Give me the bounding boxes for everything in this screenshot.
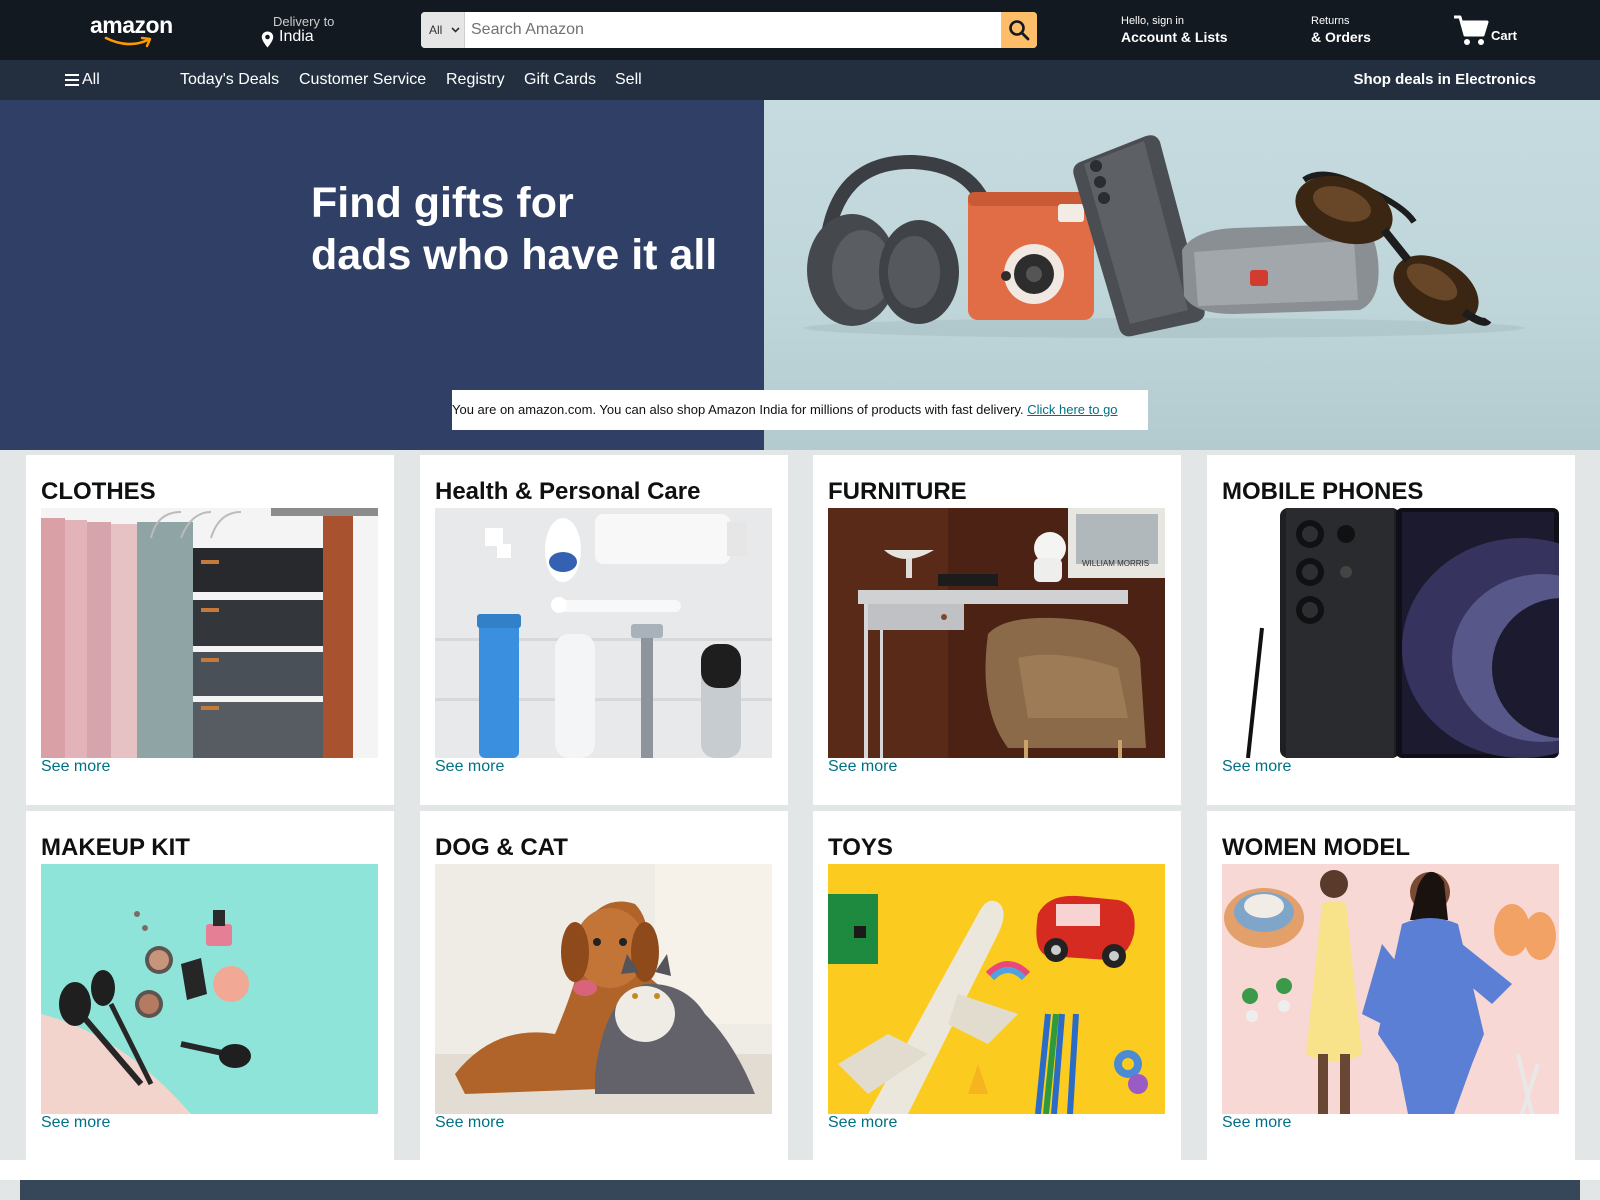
chevron-down-icon (451, 27, 460, 33)
nav-link-todays-deals[interactable]: Today's Deals (180, 60, 279, 100)
see-more-link[interactable]: See more (1222, 1114, 1291, 1132)
delivery-country: India (279, 28, 314, 45)
region-notice-bar: You are on amazon.com. You can also shop… (452, 390, 1148, 430)
category-card-mobile-phones: MOBILE PHONES See more (1207, 455, 1575, 805)
personal-care-illustration (435, 508, 772, 758)
all-menu-button[interactable]: All (64, 60, 100, 100)
cart-icon (1454, 15, 1489, 45)
logo-text: amazon (90, 12, 173, 38)
returns-orders-link[interactable]: Returns & Orders (1311, 15, 1371, 45)
footer-banner-strip (20, 1180, 1580, 1200)
search-input[interactable] (467, 12, 982, 48)
account-greeting: Hello, sign in (1121, 15, 1184, 27)
toys-illustration (828, 864, 1165, 1114)
card-title: FURNITURE (828, 478, 967, 505)
search-category-dropdown[interactable]: All (421, 12, 465, 48)
clothes-image[interactable] (41, 508, 378, 758)
search-button[interactable] (1001, 12, 1037, 48)
delivery-label: Delivery to (273, 14, 335, 29)
phone-illustration (1222, 508, 1559, 758)
see-more-link[interactable]: See more (435, 758, 504, 776)
card-title: TOYS (828, 834, 893, 861)
hero-headline: Find gifts for dads who have it all (311, 177, 717, 281)
search-icon (1009, 20, 1030, 41)
category-card-clothes: CLOTHES See more (26, 455, 394, 805)
mobile-phones-image[interactable] (1222, 508, 1559, 758)
card-title: DOG & CAT (435, 834, 568, 861)
see-more-link[interactable]: See more (41, 758, 110, 776)
headphones-icon (807, 154, 999, 326)
see-more-link[interactable]: See more (828, 1114, 897, 1132)
amazon-logo[interactable]: amazon (90, 12, 174, 48)
cart-label: Cart (1491, 28, 1518, 43)
furniture-image[interactable]: WILLIAM MORRIS (828, 508, 1165, 758)
hero-headline-line2: dads who have it all (311, 231, 718, 279)
search-category-label: All (429, 23, 443, 37)
hero-headline-line1: Find gifts for (311, 179, 574, 227)
card-title: MAKEUP KIT (41, 834, 190, 861)
nav-link-registry[interactable]: Registry (446, 60, 505, 100)
see-more-link[interactable]: See more (435, 1114, 504, 1132)
category-card-health: Health & Personal Care See more (420, 455, 788, 805)
location-pin-icon (261, 31, 274, 48)
toys-image[interactable] (828, 864, 1165, 1114)
see-more-link[interactable]: See more (41, 1114, 110, 1132)
makeup-kit-image[interactable] (41, 864, 378, 1114)
see-more-link[interactable]: See more (828, 758, 897, 776)
cards-bottom-spacer (0, 1160, 1600, 1180)
search-bar: All (421, 12, 1037, 48)
account-lists-menu[interactable]: Hello, sign in Account & Lists (1121, 15, 1228, 45)
region-notice-link[interactable]: Click here to go (1027, 402, 1117, 417)
account-lists-label: Account & Lists (1121, 29, 1228, 45)
category-card-toys: TOYS See more (813, 811, 1181, 1161)
nav-link-customer-service[interactable]: Customer Service (299, 60, 426, 100)
see-more-link[interactable]: See more (1222, 758, 1291, 776)
women-model-image[interactable] (1222, 864, 1559, 1114)
orders-label: & Orders (1311, 29, 1371, 45)
pets-illustration (435, 864, 772, 1114)
card-title: CLOTHES (41, 478, 156, 505)
card-title: Health & Personal Care (435, 478, 701, 505)
health-care-image[interactable] (435, 508, 772, 758)
all-menu-label: All (82, 71, 100, 88)
top-nav-bar: amazon Delivery to India All Hello, sign… (0, 0, 1600, 60)
nav-link-gift-cards[interactable]: Gift Cards (524, 60, 596, 100)
category-card-makeup-kit: MAKEUP KIT See more (26, 811, 394, 1161)
category-card-furniture: FURNITURE WILLIAM MORRIS See more (813, 455, 1181, 805)
returns-label: Returns (1311, 15, 1350, 27)
artwork-caption: WILLIAM MORRIS (1082, 559, 1149, 568)
hamburger-menu-icon (65, 74, 79, 86)
secondary-nav-bar: All Today's Deals Customer Service Regis… (0, 60, 1600, 100)
makeup-illustration (41, 864, 378, 1114)
category-card-women-model: WOMEN MODEL See more (1207, 811, 1575, 1161)
hero-banner[interactable]: Find gifts for dads who have it all You … (0, 100, 1600, 450)
instant-camera-icon (968, 192, 1094, 320)
cart-button[interactable]: Cart (1453, 13, 1533, 47)
smile-arrow-icon (104, 36, 152, 48)
dog-cat-image[interactable] (435, 864, 772, 1114)
nav-link-sell[interactable]: Sell (615, 60, 642, 100)
category-card-dog-cat: DOG & CAT See more (420, 811, 788, 1161)
card-title: MOBILE PHONES (1222, 478, 1424, 505)
region-notice-text: You are on amazon.com. You can also shop… (452, 402, 1028, 417)
promo-link-electronics[interactable]: Shop deals in Electronics (1353, 60, 1536, 100)
desk-chair-illustration: WILLIAM MORRIS (828, 508, 1165, 758)
card-title: WOMEN MODEL (1222, 834, 1410, 861)
clothes-hanger-illustration (41, 508, 378, 758)
fashion-illustration (1222, 864, 1559, 1114)
